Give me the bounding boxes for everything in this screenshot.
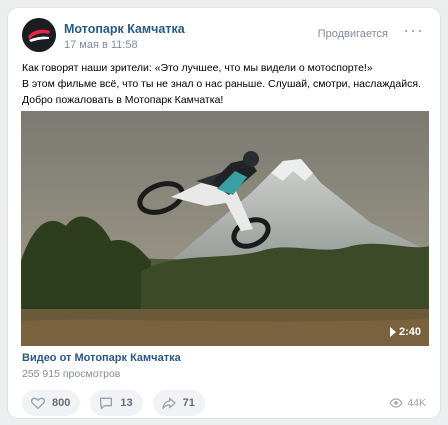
comment-button[interactable]: 13 — [90, 390, 143, 416]
share-count: 71 — [182, 397, 195, 409]
heart-icon — [30, 397, 46, 409]
like-button[interactable]: 800 — [22, 390, 81, 416]
share-icon — [161, 397, 176, 409]
motopark-logo-icon — [22, 18, 56, 52]
post-card: Мотопарк Камчатка 17 мая в 11:58 Продвиг… — [8, 8, 440, 418]
post-text-line: Добро пожаловать в Мотопарк Камчатка! — [22, 94, 224, 106]
video-views: 255 915 просмотров — [22, 368, 121, 380]
play-icon — [389, 327, 396, 337]
post-text-line: В этом фильме всё, что ты не знал о нас … — [22, 78, 421, 90]
video-title-link[interactable]: Видео от Мотопарк Камчатка — [22, 352, 181, 364]
post-date[interactable]: 17 мая в 11:58 — [64, 39, 138, 51]
post-views: 44K — [389, 396, 426, 410]
eye-icon — [389, 398, 403, 408]
like-count: 800 — [52, 397, 71, 409]
post-text-line: Как говорят наши зрители: «Это лучшее, ч… — [22, 62, 373, 74]
comment-icon — [100, 397, 113, 409]
video-player[interactable]: 2:40 — [21, 111, 429, 346]
views-count-text: 44K — [407, 397, 426, 409]
post-actions: 800 13 71 — [22, 390, 205, 416]
promoted-label: Продвигается — [317, 28, 388, 40]
author-name[interactable]: Мотопарк Камчатка — [64, 22, 185, 36]
video-duration: 2:40 — [389, 326, 421, 338]
comment-count: 13 — [120, 397, 133, 409]
post-text: Как говорят наши зрители: «Это лучшее, ч… — [22, 60, 432, 108]
author-avatar[interactable] — [22, 18, 56, 52]
more-icon[interactable]: ··· — [403, 20, 424, 41]
video-thumbnail — [21, 111, 429, 346]
share-button[interactable]: 71 — [152, 390, 205, 416]
duration-text: 2:40 — [398, 326, 421, 338]
